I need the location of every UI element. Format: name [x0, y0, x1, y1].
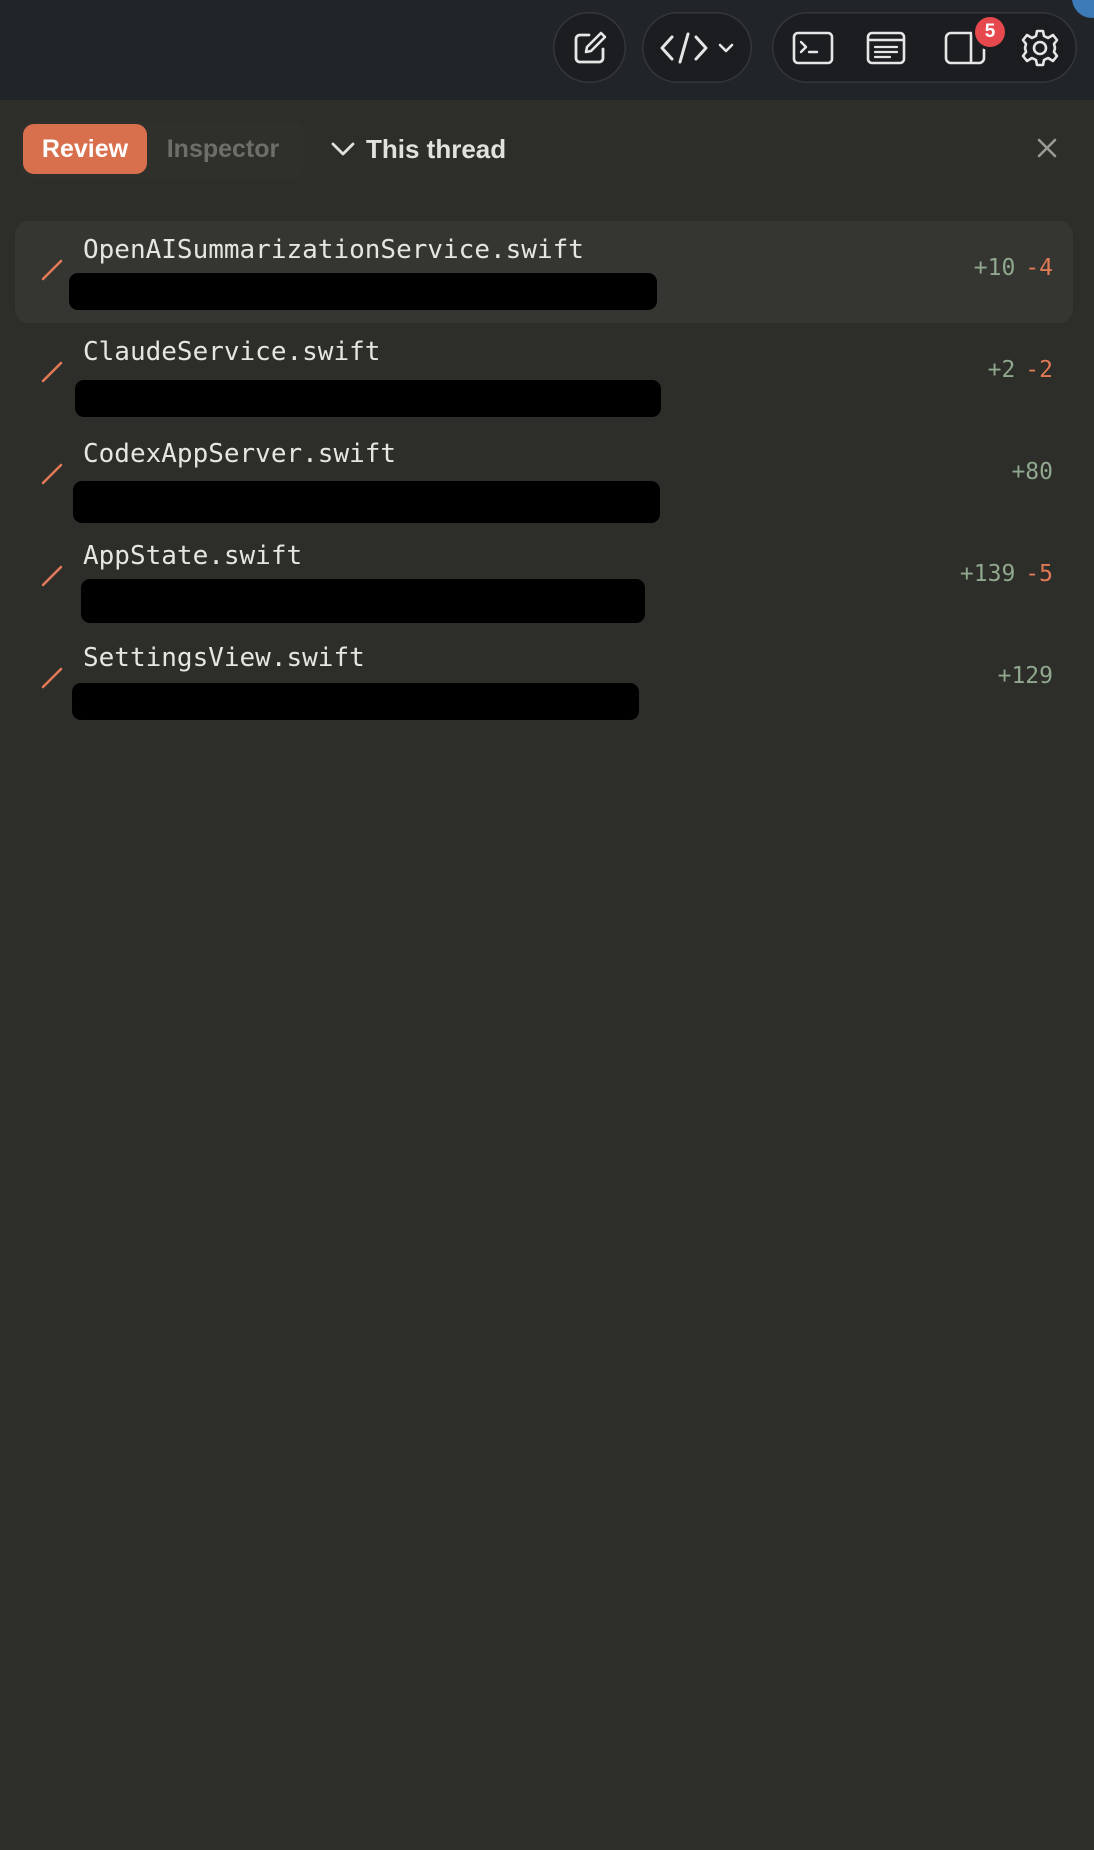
redacted-path: [72, 683, 639, 720]
file-name: AppState.swift: [83, 541, 303, 571]
diff-stats: +139 -5: [960, 561, 1053, 587]
tab-inspector[interactable]: Inspector: [160, 124, 286, 174]
compose-icon: [574, 31, 606, 63]
file-name: ClaudeService.swift: [83, 337, 381, 367]
diff-stats: +2 -2: [988, 357, 1053, 383]
file-row[interactable]: AppState.swift +139 -5: [15, 527, 1073, 629]
lines-removed: -4: [1025, 255, 1053, 281]
scope-label: This thread: [366, 133, 507, 164]
window-corner-accent: [1072, 0, 1094, 18]
code-icon: [660, 32, 708, 63]
tab-review[interactable]: Review: [23, 124, 147, 174]
compose-button[interactable]: [553, 12, 626, 83]
scope-selector[interactable]: This thread: [330, 124, 506, 174]
review-panel: 5 Review Inspector This thread OpenAISum…: [0, 0, 1094, 1850]
file-row[interactable]: CodexAppServer.swift +80: [15, 425, 1073, 527]
lines-removed: -2: [1025, 357, 1053, 383]
lines-added: +10: [973, 255, 1016, 281]
pencil-icon: [41, 667, 63, 689]
redacted-path: [75, 380, 661, 417]
file-row[interactable]: SettingsView.swift +129: [15, 629, 1073, 731]
redacted-path: [73, 481, 660, 523]
notification-badge: 5: [975, 17, 1005, 47]
close-icon: [1037, 138, 1057, 158]
file-row[interactable]: OpenAISummarizationService.swift +10 -4: [15, 221, 1073, 323]
file-name: OpenAISummarizationService.swift: [83, 235, 584, 265]
code-menu-button[interactable]: [642, 12, 752, 83]
pencil-icon: [41, 361, 63, 383]
pencil-icon: [41, 565, 63, 587]
document-button[interactable]: [858, 20, 914, 76]
terminal-icon: [792, 31, 834, 65]
redacted-path: [81, 579, 645, 623]
changed-files-list: OpenAISummarizationService.swift +10 -4 C…: [15, 221, 1073, 731]
diff-stats: +129: [998, 663, 1053, 689]
redacted-path: [69, 273, 657, 310]
diff-stats: +10 -4: [974, 255, 1053, 281]
settings-button[interactable]: [1012, 20, 1068, 76]
pencil-icon: [41, 259, 63, 281]
lines-added: +129: [997, 663, 1053, 689]
lines-removed: -5: [1025, 561, 1053, 587]
lines-added: +2: [987, 357, 1016, 383]
file-row[interactable]: ClaudeService.swift +2 -2: [15, 323, 1073, 425]
document-icon: [866, 31, 906, 65]
terminal-button[interactable]: [785, 20, 841, 76]
diff-stats: +80: [1011, 459, 1053, 485]
pencil-icon: [41, 463, 63, 485]
top-toolbar: 5: [0, 0, 1094, 100]
gear-icon: [1021, 29, 1059, 67]
chevron-down-icon: [718, 43, 734, 52]
chevron-down-icon: [331, 142, 355, 156]
file-name: SettingsView.swift: [83, 643, 365, 673]
close-button[interactable]: [1030, 131, 1064, 165]
lines-added: +139: [959, 561, 1016, 587]
file-name: CodexAppServer.swift: [83, 439, 397, 469]
lines-added: +80: [1011, 459, 1053, 485]
